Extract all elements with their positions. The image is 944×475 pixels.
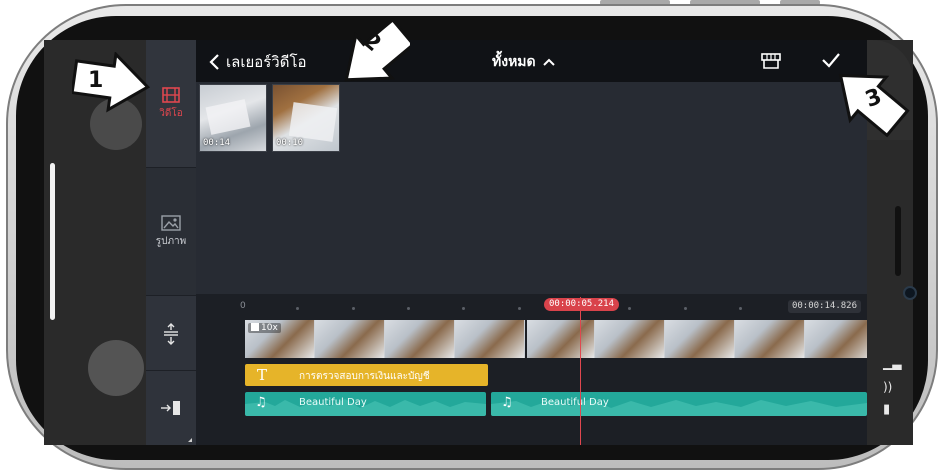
tab-image-label: รูปภาพ xyxy=(155,235,187,247)
clip-frame xyxy=(595,320,665,358)
ruler-tick xyxy=(352,307,355,310)
ruler-tick xyxy=(407,307,410,310)
home-indicator-bar xyxy=(50,163,55,320)
tutorial-marker-2: 2 xyxy=(330,16,416,100)
clip-frame xyxy=(525,320,595,358)
film-icon xyxy=(162,86,180,103)
front-camera xyxy=(903,286,917,300)
asset-store-button[interactable] xyxy=(760,52,782,74)
clip-frame xyxy=(385,320,455,358)
audio-clip-title: Beautiful Day xyxy=(541,397,609,408)
clip-frame xyxy=(315,320,385,358)
ruler-tick xyxy=(462,307,465,310)
clip-speed-badge: 10x xyxy=(248,323,281,333)
text-layer-clip[interactable]: T การตรวจสอบการเงินและบัญชี xyxy=(245,364,488,386)
chevron-left-icon xyxy=(209,54,219,70)
split-align-tool[interactable] xyxy=(146,297,196,371)
tab-video-label: วิดีโอ xyxy=(159,107,183,119)
marker-1-number: 1 xyxy=(88,68,104,93)
ruler-tick xyxy=(296,307,299,310)
timeline: 0 00:00:14.826 10x T การตรวจสอบการเงินแล… xyxy=(196,294,867,445)
music-note-icon: ♫ xyxy=(501,395,513,410)
media-grid: 00:14 00:10 xyxy=(196,82,867,294)
text-clip-label: การตรวจสอบการเงินและบัญชี xyxy=(299,371,430,382)
thumbnail-duration: 00:14 xyxy=(203,138,231,148)
media-thumbnail[interactable]: 00:14 xyxy=(199,84,267,152)
current-time: 00:00:05.214 xyxy=(544,298,620,311)
music-note-icon: ♫ xyxy=(255,395,267,410)
clip-speed-label: 10x xyxy=(261,323,278,333)
thumbnail-duration: 00:10 xyxy=(276,138,304,148)
video-clip[interactable] xyxy=(245,320,867,358)
media-sidebar: วิดีโอ รูปภาพ xyxy=(146,40,196,445)
paper-shape xyxy=(205,99,251,135)
text-icon: T xyxy=(257,366,268,384)
header-bar: เลเยอร์วิดีโอ ทั้งหมด xyxy=(196,40,867,82)
paper-shape xyxy=(288,102,338,142)
arrow-right-icon xyxy=(70,51,151,113)
tutorial-marker-1: 1 xyxy=(70,51,152,136)
split-align-icon xyxy=(164,322,178,345)
back-button[interactable]: เลเยอร์วิดีโอ xyxy=(208,50,307,74)
ruler-tick xyxy=(518,307,521,310)
ruler-tick xyxy=(628,307,631,310)
clip-frame xyxy=(665,320,735,358)
app-screen: วิดีโอ รูปภาพ เลเยอร์วิดีโอ ทั้งหมด 00:1… xyxy=(146,40,867,445)
filter-dropdown[interactable]: ทั้งหมด xyxy=(492,51,556,73)
store-icon xyxy=(761,53,781,69)
clip-frame xyxy=(455,320,525,358)
film-badge-icon xyxy=(251,323,259,331)
ruler-start-label: 0 xyxy=(240,301,246,311)
image-icon xyxy=(161,214,181,231)
total-duration: 00:00:14.826 xyxy=(787,300,861,313)
signal-icon: ▁▃ xyxy=(883,356,902,370)
ruler-tick xyxy=(739,307,742,310)
tab-image[interactable]: รูปภาพ xyxy=(146,168,196,296)
layer-in-icon xyxy=(161,401,180,415)
audio-clip[interactable]: ♫ Beautiful Day xyxy=(245,392,486,416)
tab-video[interactable]: วิดีโอ xyxy=(146,40,196,168)
clip-frame xyxy=(735,320,805,358)
filter-label: ทั้งหมด xyxy=(492,54,536,70)
playhead[interactable] xyxy=(580,297,581,445)
blurred-circle xyxy=(88,340,144,396)
corner-indicator-icon xyxy=(188,438,192,442)
phone-screenshot: ▁▃ )) ▮ วิดีโอ รูปภาพ เลเยอร์วิดีโอ ทั้ง… xyxy=(0,0,944,475)
audio-clip-title: Beautiful Day xyxy=(299,397,367,408)
audio-clip[interactable]: ♫ Beautiful Day xyxy=(491,392,867,416)
clip-frame xyxy=(805,320,867,358)
notch-edge xyxy=(895,206,901,276)
battery-icon: ▮ xyxy=(883,402,891,417)
tutorial-marker-3: 3 xyxy=(832,58,912,142)
wifi-icon: )) xyxy=(883,380,893,394)
page-title: เลเยอร์วิดีโอ xyxy=(226,53,307,71)
ruler-tick xyxy=(684,307,687,310)
chevron-up-icon xyxy=(542,58,555,66)
layer-in-tool[interactable] xyxy=(146,371,196,445)
